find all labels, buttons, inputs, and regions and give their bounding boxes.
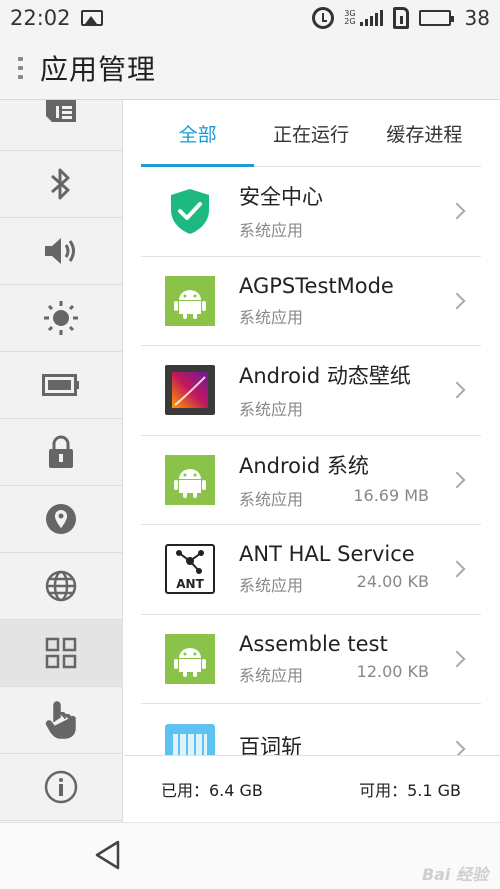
svg-text:ANT: ANT [176, 577, 204, 591]
android-icon [165, 275, 215, 326]
app-size: 16.69 MB [353, 485, 429, 505]
android-icon [165, 633, 215, 684]
sidebar-item-sound[interactable] [0, 218, 122, 285]
app-name: 百词斩 [239, 734, 302, 755]
alarm-icon [312, 7, 335, 29]
sidebar-item-battery[interactable] [0, 352, 122, 419]
list-item[interactable]: 百词斩 [141, 704, 481, 755]
status-bar: 22:02 3G 2G 38 [0, 0, 500, 36]
list-item[interactable]: 安全中心 系统应用 [141, 167, 481, 257]
sim-icon [392, 7, 409, 29]
battery-level: 38 [464, 6, 490, 30]
globe-icon [45, 570, 77, 602]
app-name: Assemble test [239, 631, 388, 656]
list-item[interactable]: Android 系统 系统应用 16.69 MB [141, 436, 481, 525]
sidebar-item-location[interactable] [0, 486, 122, 553]
location-icon [46, 504, 76, 534]
settings-sidebar [0, 100, 123, 822]
android-icon [165, 454, 215, 505]
sidebar-item-gestures[interactable] [0, 687, 122, 754]
app-name: Android 系统 [239, 453, 369, 478]
list-item[interactable]: ANT ANT HAL Service 系统应用 24.00 KB [141, 525, 481, 615]
app-tabs: 全部 正在运行 缓存进程 [141, 100, 481, 167]
status-time: 22:02 [10, 6, 71, 30]
storage-used: 已用：6.4 GB [161, 781, 263, 800]
sim-card-icon [46, 100, 76, 122]
app-type: 系统应用 [239, 576, 304, 596]
security-shield-icon [171, 189, 209, 235]
app-type: 系统应用 [239, 489, 304, 509]
storage-available: 可用：5.1 GB [359, 781, 461, 800]
drawer-handle-icon[interactable] [0, 36, 40, 100]
sidebar-item-apps[interactable] [0, 620, 122, 687]
battery-status-icon [418, 10, 454, 26]
tab-running[interactable]: 正在运行 [254, 100, 367, 166]
app-type: 系统应用 [239, 221, 304, 241]
app-bar: 应用管理 [0, 36, 500, 100]
volume-icon [45, 238, 75, 264]
page-title: 应用管理 [40, 52, 157, 86]
back-icon[interactable] [92, 839, 124, 871]
sidebar-item-security[interactable] [0, 419, 122, 486]
lock-icon [49, 435, 73, 468]
app-name: AGPSTestMode [239, 273, 394, 298]
watermark: Bai 经验 [421, 865, 488, 884]
hand-gesture-icon [45, 701, 76, 739]
tab-cached[interactable]: 缓存进程 [368, 100, 481, 166]
app-type: 系统应用 [239, 307, 304, 327]
app-name: ANT HAL Service [239, 542, 415, 567]
app-list: 安全中心 系统应用 AGPSTestMode 系统应用 Android 动态壁纸… [141, 167, 481, 755]
live-wallpaper-icon [165, 365, 215, 416]
list-item[interactable]: Android 动态壁纸 系统应用 [141, 346, 481, 436]
app-name: Android 动态壁纸 [239, 364, 411, 389]
bluetooth-icon [51, 168, 70, 200]
signal-icon: 3G 2G [344, 10, 383, 26]
navigation-bar: Bai 经验 [0, 822, 500, 889]
ant-icon: ANT [165, 544, 215, 595]
storage-summary: 已用：6.4 GB 可用：5.1 GB [124, 755, 500, 822]
tab-all[interactable]: 全部 [141, 100, 255, 167]
battery-icon [42, 374, 79, 396]
sidebar-item-sim[interactable] [0, 100, 122, 151]
sidebar-item-network[interactable] [0, 553, 122, 620]
list-item[interactable]: AGPSTestMode 系统应用 [141, 257, 481, 346]
sidebar-item-display[interactable] [0, 285, 122, 352]
app-type: 系统应用 [239, 400, 304, 420]
sidebar-item-about[interactable] [0, 754, 122, 821]
image-notification-icon [80, 10, 103, 26]
brightness-icon [44, 301, 78, 335]
app-size: 24.00 KB [356, 572, 429, 592]
list-item[interactable]: Assemble test 系统应用 12.00 KB [141, 615, 481, 704]
status-icons: 3G 2G 38 [312, 6, 490, 30]
sidebar-item-bluetooth[interactable] [0, 151, 122, 218]
baicizhan-icon [165, 723, 215, 755]
app-name: 安全中心 [239, 185, 323, 210]
info-icon [44, 770, 78, 804]
apps-grid-icon [45, 637, 77, 669]
app-size: 12.00 KB [356, 661, 429, 681]
app-type: 系统应用 [239, 665, 304, 685]
